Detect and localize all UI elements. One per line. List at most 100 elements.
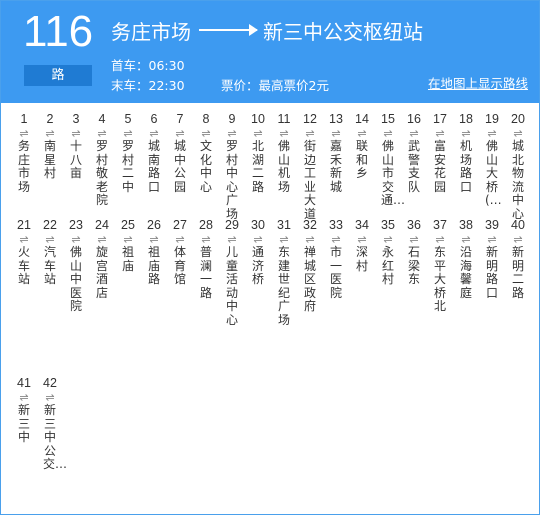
stop-item[interactable]: 2 ⇌ 南星村: [37, 111, 63, 181]
stop-item[interactable]: 8 ⇌ 文化中心: [193, 111, 219, 194]
stop-item[interactable]: 15 ⇌ 佛山市交通…: [375, 111, 405, 208]
stop-name: 火车站: [17, 245, 30, 286]
stop-number: 13: [329, 112, 343, 126]
stop-name: 佛山大桥(…: [485, 139, 502, 207]
stop-name: 旋宫酒店: [95, 245, 108, 300]
stop-item[interactable]: 42 ⇌ 新三中公交…: [37, 375, 68, 472]
stop-item[interactable]: 37 ⇌ 东平大桥北: [427, 217, 453, 314]
stop-item[interactable]: 41 ⇌ 新三中: [11, 375, 37, 445]
stop-number: 35: [381, 218, 395, 232]
stop-item[interactable]: 11 ⇌ 佛山机场: [271, 111, 297, 194]
stop-number: 17: [433, 112, 447, 126]
stop-item[interactable]: 6 ⇌ 城南路口: [141, 111, 167, 194]
stop-number: 22: [43, 218, 57, 232]
stop-name: 罗村中心广场: [225, 139, 238, 221]
stop-number: 39: [485, 218, 499, 232]
direction-arrow-icon: [199, 24, 258, 36]
stop-item[interactable]: 4 ⇌ 罗村敬老院: [89, 111, 115, 208]
stop-name: 务庄市场: [17, 139, 30, 194]
stop-item[interactable]: 39 ⇌ 新明路口: [479, 217, 505, 300]
stop-number: 6: [150, 112, 158, 126]
stop-item[interactable]: 31 ⇌ 东建世纪广场: [271, 217, 297, 327]
stop-item[interactable]: 34 ⇌ 深村: [349, 217, 375, 273]
stop-number: 23: [69, 218, 83, 232]
stop-item[interactable]: 14 ⇌ 联和乡: [349, 111, 375, 181]
stop-number: 4: [98, 112, 106, 126]
stop-item[interactable]: 26 ⇌ 祖庙路: [141, 217, 167, 287]
stop-name: 十八亩: [69, 139, 82, 180]
route-header: 116 路 务庄市场 新三中公交枢纽站 首车：06:30 末车：22:30 票价…: [1, 1, 539, 103]
stop-item[interactable]: 30 ⇌ 通济桥: [245, 217, 271, 287]
stop-number: 34: [355, 218, 369, 232]
stop-number: 37: [433, 218, 447, 232]
stop-item[interactable]: 7 ⇌ 城中公园: [167, 111, 193, 194]
stop-name: 通济桥: [251, 245, 264, 286]
stop-item[interactable]: 1 ⇌ 务庄市场: [11, 111, 37, 194]
stop-item[interactable]: 20 ⇌ 城北物流中心: [505, 111, 531, 221]
stop-name: 南星村: [43, 139, 56, 180]
stop-number: 10: [251, 112, 265, 126]
stop-name: 市一医院: [329, 245, 342, 300]
stop-number: 8: [202, 112, 210, 126]
stop-item[interactable]: 40 ⇌ 新明二路: [505, 217, 531, 300]
stop-number: 5: [124, 112, 132, 126]
stop-number: 11: [277, 112, 291, 126]
stop-name: 城南路口: [147, 139, 160, 194]
stop-number: 16: [407, 112, 421, 126]
stop-number: 42: [43, 376, 57, 390]
stop-item[interactable]: 25 ⇌ 祖庙: [115, 217, 141, 273]
stop-item[interactable]: 16 ⇌ 武警支队: [401, 111, 427, 194]
stop-item[interactable]: 32 ⇌ 禅城区政府: [297, 217, 323, 314]
stop-name: 石梁东: [407, 245, 420, 286]
stop-name: 城中公园: [173, 139, 186, 194]
stop-name: 体育馆: [173, 245, 186, 286]
stop-name: 汽车站: [43, 245, 56, 286]
show-route-on-map-link[interactable]: 在地图上显示路线: [428, 73, 528, 92]
stop-item[interactable]: 29 ⇌ 儿童活动中心: [219, 217, 245, 327]
stop-name: 沿海馨庭: [459, 245, 472, 300]
stop-item[interactable]: 33 ⇌ 市一医院: [323, 217, 349, 300]
stop-item[interactable]: 22 ⇌ 汽车站: [37, 217, 63, 287]
stop-item[interactable]: 5 ⇌ 罗村二中: [115, 111, 141, 194]
stop-name: 东平大桥北: [433, 245, 446, 313]
stop-number: 12: [303, 112, 317, 126]
stop-name: 新明路口: [485, 245, 498, 300]
stop-number: 25: [121, 218, 135, 232]
stop-item[interactable]: 19 ⇌ 佛山大桥(…: [479, 111, 505, 208]
stop-number: 27: [173, 218, 187, 232]
stop-name: 佛山中医院: [69, 245, 82, 313]
stop-item[interactable]: 3 ⇌ 十八亩: [63, 111, 89, 181]
stop-item[interactable]: 13 ⇌ 嘉禾新城: [323, 111, 349, 194]
stop-item[interactable]: 9 ⇌ 罗村中心广场: [219, 111, 245, 221]
stop-name: 普澜一路: [199, 245, 212, 300]
bus-route-panel: 116 路 务庄市场 新三中公交枢纽站 首车：06:30 末车：22:30 票价…: [0, 0, 540, 515]
stop-item[interactable]: 10 ⇌ 北湖二路: [245, 111, 271, 194]
stop-item[interactable]: 17 ⇌ 富安花园: [427, 111, 453, 194]
stop-item[interactable]: 21 ⇌ 火车站: [11, 217, 37, 287]
stop-name: 深村: [355, 245, 368, 273]
stop-item[interactable]: 27 ⇌ 体育馆: [167, 217, 193, 287]
stop-name: 新三中: [17, 403, 30, 444]
stop-name: 罗村二中: [121, 139, 134, 194]
stop-name: 祖庙: [121, 245, 134, 273]
stop-item[interactable]: 23 ⇌ 佛山中医院: [63, 217, 89, 314]
stop-name: 富安花园: [433, 139, 446, 194]
route-badge: 路: [24, 65, 92, 86]
stop-item[interactable]: 38 ⇌ 沿海馨庭: [453, 217, 479, 300]
stop-number: 30: [251, 218, 265, 232]
stop-number: 24: [95, 218, 109, 232]
stop-item[interactable]: 36 ⇌ 石梁东: [401, 217, 427, 287]
route-number: 116: [23, 7, 94, 56]
stop-item[interactable]: 12 ⇌ 街边工业大道: [297, 111, 323, 221]
stop-number: 7: [176, 112, 184, 126]
stop-name: 北湖二路: [251, 139, 264, 194]
stop-name: 联和乡: [355, 139, 368, 180]
stop-item[interactable]: 24 ⇌ 旋宫酒店: [89, 217, 115, 300]
stop-number: 28: [199, 218, 213, 232]
stop-item[interactable]: 35 ⇌ 永红村: [375, 217, 401, 287]
stop-number: 19: [485, 112, 499, 126]
stop-name: 新三中公交…: [43, 403, 68, 471]
stop-item[interactable]: 18 ⇌ 机场路口: [453, 111, 479, 194]
stop-item[interactable]: 28 ⇌ 普澜一路: [193, 217, 219, 300]
stop-number: 31: [277, 218, 291, 232]
